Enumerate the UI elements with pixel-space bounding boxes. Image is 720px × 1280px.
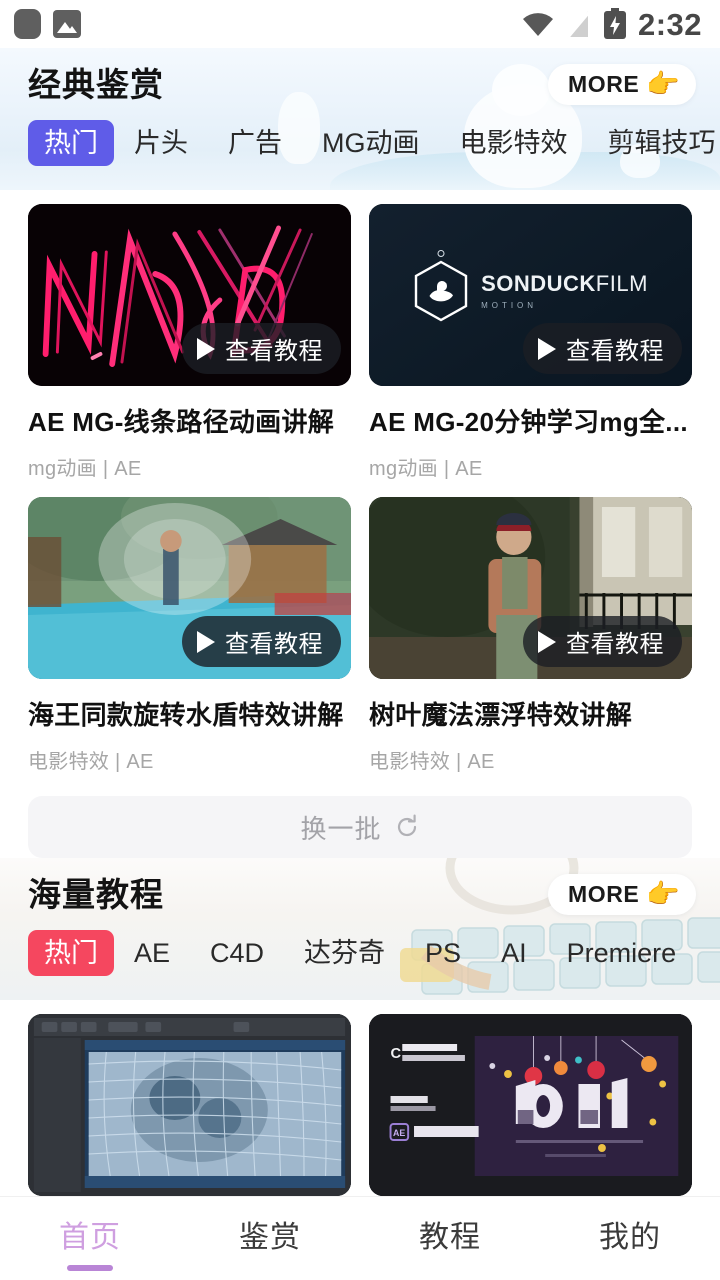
tab-home-label: 首页 — [59, 1221, 121, 1254]
chip-tutorials-4[interactable]: PS — [405, 930, 481, 976]
video-card-title: 树叶魔法漂浮特效讲解 — [369, 700, 633, 730]
watch-tutorial-label: 查看教程 — [225, 338, 323, 365]
video-thumbnail[interactable]: 查看教程 — [28, 204, 351, 386]
chip-tutorials-3[interactable]: 达芬奇 — [284, 930, 405, 976]
section-header-row: 经典鉴赏 MORE 👉 — [0, 48, 720, 108]
app-screen: 2:32 经典鉴赏 MORE 👉 热门 片头 广告 MG动画 电影特效 剪辑技巧… — [0, 0, 720, 1280]
status-bar-left — [14, 9, 81, 39]
chip-tutorials-1[interactable]: AE — [114, 930, 190, 976]
tutorial-card[interactable]: C AE — [369, 1014, 692, 1196]
battery-charging-icon — [603, 8, 627, 40]
section-header-tutorials: 海量教程 MORE 👉 热门 AE C4D 达芬奇 PS AI Premiere — [0, 858, 720, 1000]
svg-text:AE: AE — [393, 1128, 405, 1138]
sonduck-tagline: MOTION — [481, 300, 538, 310]
thumbnail-art-ae-2018-poster: C AE — [369, 1014, 692, 1196]
category-chips-tutorials[interactable]: 热门 AE C4D 达芬奇 PS AI Premiere — [0, 918, 720, 980]
refresh-batch-button[interactable]: 换一批 — [28, 796, 692, 858]
video-thumbnail[interactable]: 查看教程 — [28, 497, 351, 679]
video-card-meta: mg动画 | AE — [369, 458, 483, 480]
watch-tutorial-button[interactable]: 查看教程 — [523, 323, 682, 374]
section-header-row: 海量教程 MORE 👉 — [0, 858, 720, 918]
tab-active-indicator — [67, 1265, 113, 1271]
tutorial-thumbnail[interactable] — [28, 1014, 351, 1196]
chip-tutorials-5[interactable]: AI — [481, 930, 547, 976]
video-card-meta: mg动画 | AE — [28, 458, 142, 480]
more-button-label: MORE — [567, 880, 640, 907]
wifi-icon — [521, 11, 555, 37]
bottom-tab-bar[interactable]: 首页 鉴赏 教程 我的 — [0, 1196, 720, 1280]
svg-text:C: C — [391, 1046, 402, 1062]
watch-tutorial-button[interactable]: 查看教程 — [182, 616, 341, 667]
tab-profile[interactable]: 我的 — [540, 1212, 720, 1271]
chip-classic-4[interactable]: 电影特效 — [440, 120, 588, 166]
section-title: 海量教程 — [28, 875, 164, 913]
play-icon — [197, 630, 215, 653]
chip-tutorials-2[interactable]: C4D — [190, 930, 284, 976]
chip-tutorials-0[interactable]: 热门 — [28, 930, 114, 976]
section-title: 经典鉴赏 — [28, 65, 164, 103]
chip-classic-3[interactable]: MG动画 — [302, 120, 440, 166]
photo-icon — [53, 10, 81, 38]
chip-classic-0[interactable]: 热门 — [28, 120, 114, 166]
video-card-title: 海王同款旋转水盾特效讲解 — [28, 700, 344, 730]
chip-tutorials-6[interactable]: Premiere — [547, 930, 697, 976]
chip-classic-5[interactable]: 剪辑技巧 — [588, 120, 720, 166]
tab-tutorials-label: 教程 — [419, 1221, 481, 1254]
pointing-hand-icon: 👉 — [646, 68, 680, 99]
more-button-label: MORE — [567, 70, 640, 97]
refresh-section: 换一批 — [0, 774, 720, 858]
video-card-title: AE MG-20分钟学习mg全... — [369, 407, 688, 437]
section-header-classic: 经典鉴赏 MORE 👉 热门 片头 广告 MG动画 电影特效 剪辑技巧 调 — [0, 48, 720, 190]
tab-home[interactable]: 首页 — [0, 1212, 180, 1271]
video-thumbnail[interactable]: 查看教程 — [369, 497, 692, 679]
video-card[interactable]: 查看教程 AE MG-线条路径动画讲解 mg动画 | AE — [28, 204, 351, 481]
category-chips-classic[interactable]: 热门 片头 广告 MG动画 电影特效 剪辑技巧 调 — [0, 108, 720, 170]
tab-appreciation-label: 鉴赏 — [239, 1221, 301, 1254]
video-card[interactable]: 查看教程 树叶魔法漂浮特效讲解 电影特效 | AE — [369, 497, 692, 774]
chip-classic-2[interactable]: 广告 — [208, 120, 302, 166]
video-card[interactable]: SONDUCKFILM MOTION 查看教程 AE MG-20分钟学习mg全.… — [369, 204, 692, 481]
play-icon — [538, 337, 556, 360]
watch-tutorial-button[interactable]: 查看教程 — [182, 323, 341, 374]
sonduck-hexagon-logo-icon — [413, 250, 469, 322]
status-bar-clock: 2:32 — [637, 6, 702, 42]
tab-appreciation[interactable]: 鉴赏 — [180, 1212, 360, 1271]
play-icon — [197, 337, 215, 360]
sonduck-wordmark: SONDUCKFILM — [481, 270, 648, 296]
more-button-tutorials[interactable]: MORE 👉 — [547, 873, 696, 915]
refresh-batch-label: 换一批 — [300, 813, 382, 844]
video-card-title: AE MG-线条路径动画讲解 — [28, 407, 335, 437]
rounded-square-icon — [14, 9, 41, 39]
card-grid-classic: 查看教程 AE MG-线条路径动画讲解 mg动画 | AE SONDUCKFIL… — [0, 190, 720, 774]
watch-tutorial-button[interactable]: 查看教程 — [523, 616, 682, 667]
chip-classic-1[interactable]: 片头 — [114, 120, 208, 166]
tutorial-card[interactable] — [28, 1014, 351, 1196]
tutorial-thumbnail[interactable]: C AE — [369, 1014, 692, 1196]
card-grid-tutorials: C AE — [0, 1000, 720, 1196]
tab-profile-label: 我的 — [599, 1221, 661, 1254]
video-card-meta: 电影特效 | AE — [28, 751, 154, 773]
no-sim-icon — [566, 9, 592, 39]
pointing-hand-icon: 👉 — [646, 878, 680, 909]
video-card-meta: 电影特效 | AE — [369, 751, 495, 773]
tab-tutorials[interactable]: 教程 — [360, 1212, 540, 1271]
watch-tutorial-label: 查看教程 — [566, 338, 664, 365]
video-thumbnail[interactable]: SONDUCKFILM MOTION 查看教程 — [369, 204, 692, 386]
watch-tutorial-label: 查看教程 — [225, 631, 323, 658]
more-button-classic[interactable]: MORE 👉 — [547, 63, 696, 105]
play-icon — [538, 630, 556, 653]
thumbnail-art-software-mesh-grid — [28, 1014, 351, 1196]
watch-tutorial-label: 查看教程 — [566, 631, 664, 658]
status-bar: 2:32 — [0, 0, 720, 48]
status-bar-right: 2:32 — [521, 8, 702, 40]
video-card[interactable]: 查看教程 海王同款旋转水盾特效讲解 电影特效 | AE — [28, 497, 351, 774]
refresh-icon — [394, 814, 420, 840]
